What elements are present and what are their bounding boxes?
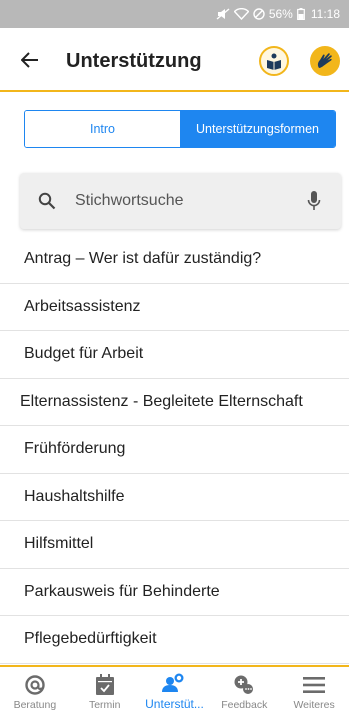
page-title: Unterstützung <box>66 50 202 72</box>
tab-unterstuetzungsformen[interactable]: Unterstützungsformen <box>180 111 335 147</box>
feedback-icon <box>233 671 255 699</box>
nav-label: Weiteres <box>293 699 335 711</box>
no-signal-icon <box>253 8 265 20</box>
list-item[interactable]: Parkausweis für Behinderte <box>0 569 349 616</box>
sign-language-button[interactable] <box>310 46 340 76</box>
search-icon <box>38 192 56 215</box>
tab-intro[interactable]: Intro <box>25 111 180 147</box>
mute-icon <box>216 8 230 20</box>
search-input[interactable] <box>75 189 295 213</box>
nav-item-beratung[interactable]: Beratung <box>0 667 70 713</box>
list-item[interactable]: Pflegebedürftigkeit <box>0 616 349 664</box>
list-item[interactable]: Frühförderung <box>0 426 349 474</box>
arrow-left-icon <box>21 52 38 68</box>
nav-label: Feedback <box>221 699 268 711</box>
people-icon <box>161 669 187 697</box>
app-bar: Unterstützung <box>0 28 349 92</box>
nav-item-termin[interactable]: Termin <box>70 667 140 713</box>
nav-item-feedback[interactable]: Feedback <box>209 667 279 713</box>
list-item[interactable]: Haushaltshilfe <box>0 474 349 521</box>
bottom-navigation: Beratung Termin Unterstüt... Feedback We… <box>0 665 349 713</box>
status-time: 11:18 <box>310 7 340 21</box>
tab-switcher: Intro Unterstützungsformen <box>24 110 336 148</box>
wifi-icon <box>233 8 249 20</box>
status-bar: 56% 11:18 <box>0 0 349 28</box>
nav-label: Termin <box>88 699 121 711</box>
nav-label: Unterstüt... <box>145 697 204 711</box>
menu-icon <box>303 671 326 699</box>
calendar-icon <box>95 671 115 699</box>
battery-percent: 56% <box>268 7 293 21</box>
microphone-icon[interactable] <box>307 190 321 217</box>
nav-item-weiteres[interactable]: Weiteres <box>279 667 349 713</box>
nav-item-unterstuetzung[interactable]: Unterstüt... <box>140 667 210 713</box>
list-item[interactable]: Elternassistenz - Begleitete Elternschaf… <box>0 379 349 426</box>
easy-language-icon <box>267 53 281 70</box>
back-button[interactable] <box>16 46 44 74</box>
support-list: Antrag – Wer ist dafür zuständig? Arbeit… <box>0 236 349 664</box>
easy-language-button[interactable] <box>259 46 289 76</box>
at-icon <box>24 671 46 699</box>
sign-language-icon <box>317 53 332 68</box>
list-item[interactable]: Arbeitsassistenz <box>0 284 349 331</box>
list-item[interactable]: Hilfsmittel <box>0 521 349 569</box>
list-item[interactable]: Budget für Arbeit <box>0 331 349 379</box>
nav-label: Beratung <box>13 699 57 711</box>
search-bar <box>20 173 341 229</box>
battery-icon <box>296 8 305 20</box>
list-item[interactable]: Antrag – Wer ist dafür zuständig? <box>0 236 349 284</box>
